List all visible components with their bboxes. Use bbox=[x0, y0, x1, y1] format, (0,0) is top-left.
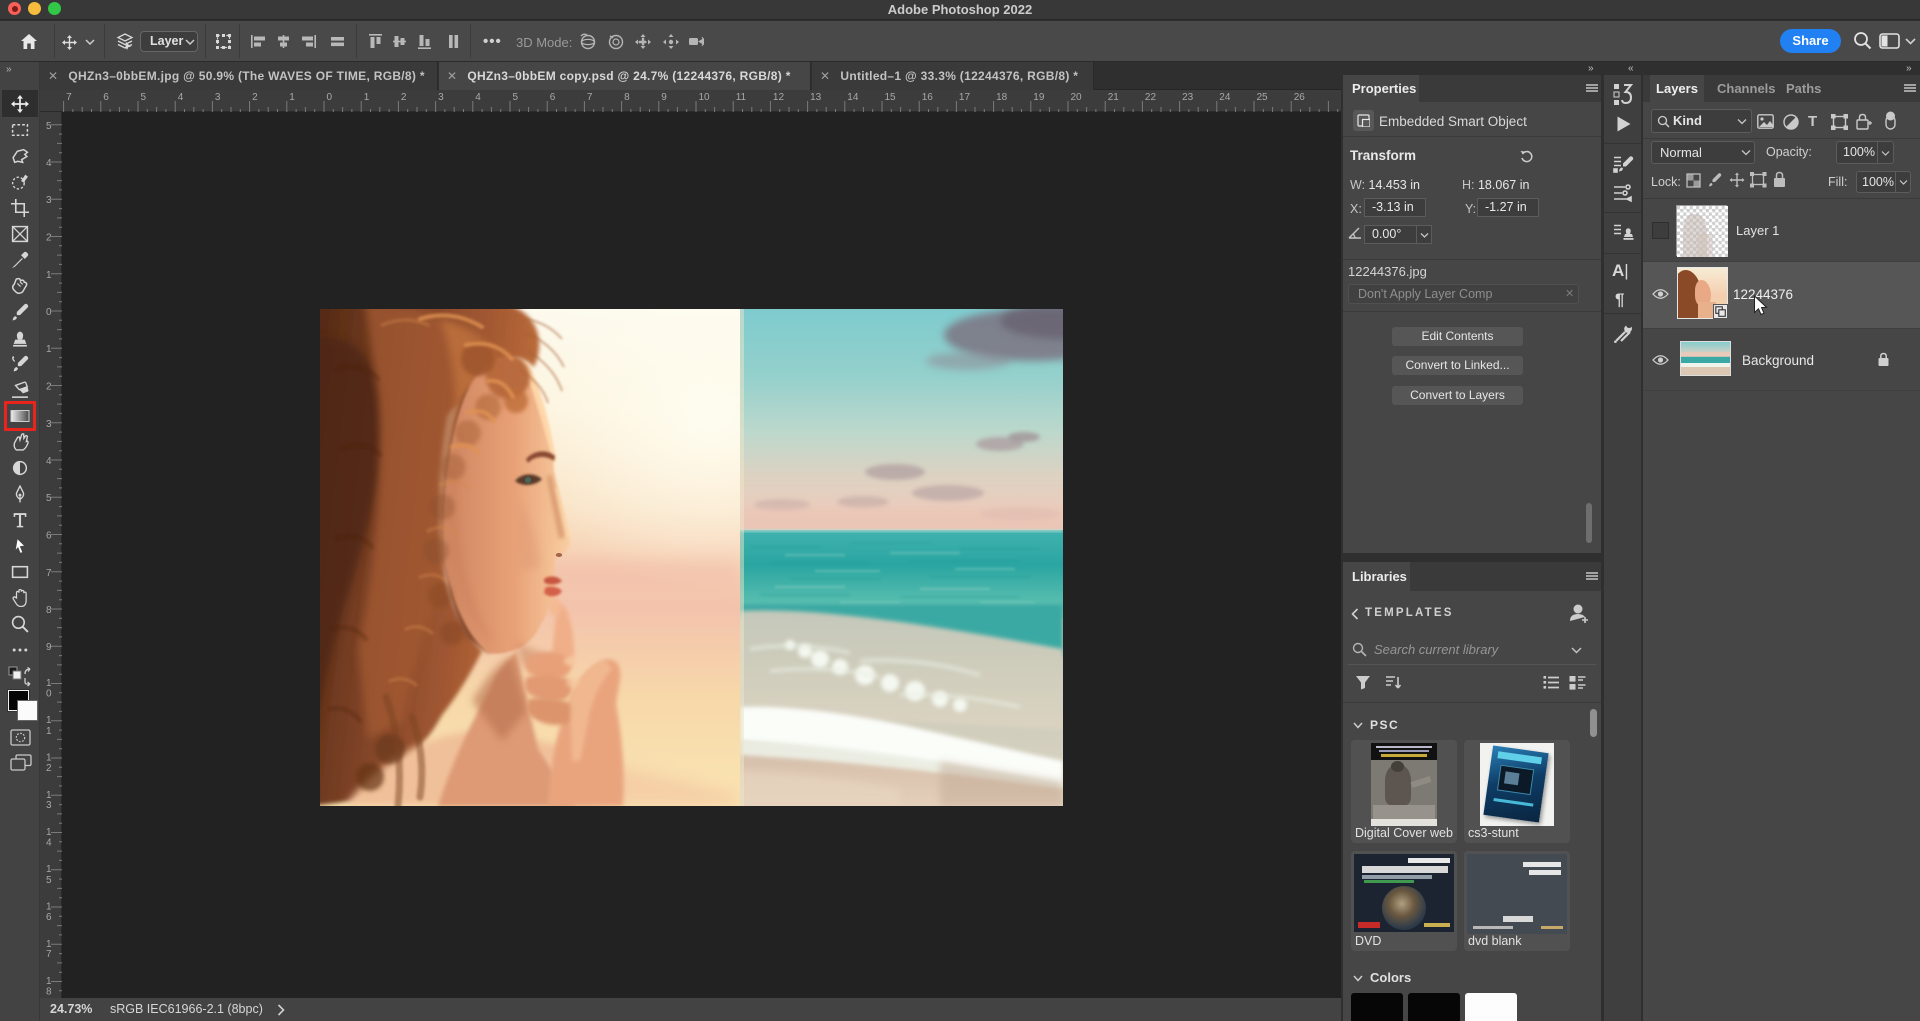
svg-text:6: 6 bbox=[550, 92, 556, 103]
svg-text:18: 18 bbox=[996, 92, 1008, 103]
svg-text:1: 1 bbox=[46, 939, 52, 950]
svg-text:6: 6 bbox=[103, 92, 109, 103]
svg-text:4: 4 bbox=[46, 838, 52, 849]
svg-text:8: 8 bbox=[624, 92, 630, 103]
svg-text:1: 1 bbox=[46, 827, 52, 838]
svg-text:11: 11 bbox=[736, 92, 747, 103]
svg-text:4: 4 bbox=[475, 92, 481, 103]
svg-text:2: 2 bbox=[46, 763, 52, 774]
svg-text:21: 21 bbox=[1108, 92, 1120, 103]
svg-text:7: 7 bbox=[66, 92, 72, 103]
svg-text:8: 8 bbox=[46, 605, 52, 616]
svg-text:3: 3 bbox=[46, 800, 52, 811]
svg-text:26: 26 bbox=[1294, 92, 1306, 103]
svg-text:16: 16 bbox=[922, 92, 934, 103]
svg-text:0: 0 bbox=[46, 689, 52, 700]
svg-text:4: 4 bbox=[178, 92, 184, 103]
svg-text:20: 20 bbox=[1071, 92, 1083, 103]
svg-text:5: 5 bbox=[46, 493, 52, 504]
svg-text:1: 1 bbox=[46, 753, 52, 764]
svg-text:5: 5 bbox=[141, 92, 147, 103]
svg-text:0: 0 bbox=[327, 92, 333, 103]
svg-text:25: 25 bbox=[1257, 92, 1269, 103]
svg-text:4: 4 bbox=[46, 158, 52, 169]
svg-text:1: 1 bbox=[46, 790, 52, 801]
svg-text:1: 1 bbox=[46, 678, 52, 689]
svg-text:5: 5 bbox=[46, 875, 52, 886]
svg-text:3: 3 bbox=[46, 195, 52, 206]
svg-text:2: 2 bbox=[46, 382, 52, 393]
svg-text:6: 6 bbox=[46, 912, 52, 923]
svg-text:4: 4 bbox=[46, 456, 52, 467]
svg-text:13: 13 bbox=[810, 92, 822, 103]
svg-text:1: 1 bbox=[46, 270, 52, 281]
svg-text:1: 1 bbox=[46, 902, 52, 913]
svg-text:0: 0 bbox=[46, 307, 52, 318]
svg-text:1: 1 bbox=[46, 726, 52, 737]
svg-text:10: 10 bbox=[699, 92, 711, 103]
svg-text:5: 5 bbox=[46, 121, 52, 132]
svg-text:1: 1 bbox=[46, 344, 52, 355]
svg-text:24: 24 bbox=[1219, 92, 1231, 103]
svg-text:1: 1 bbox=[46, 976, 52, 987]
svg-text:1: 1 bbox=[364, 92, 370, 103]
svg-text:9: 9 bbox=[46, 642, 52, 653]
svg-text:7: 7 bbox=[587, 92, 593, 103]
svg-text:8: 8 bbox=[46, 987, 52, 998]
svg-text:7: 7 bbox=[46, 949, 52, 960]
svg-text:22: 22 bbox=[1145, 92, 1157, 103]
svg-text:19: 19 bbox=[1033, 92, 1045, 103]
svg-text:15: 15 bbox=[885, 92, 897, 103]
svg-text:5: 5 bbox=[513, 92, 519, 103]
svg-text:3: 3 bbox=[438, 92, 444, 103]
svg-text:17: 17 bbox=[959, 92, 971, 103]
svg-text:9: 9 bbox=[661, 92, 667, 103]
svg-text:1: 1 bbox=[289, 92, 295, 103]
svg-text:6: 6 bbox=[46, 531, 52, 542]
svg-text:2: 2 bbox=[401, 92, 407, 103]
svg-text:2: 2 bbox=[46, 233, 52, 244]
svg-text:3: 3 bbox=[46, 419, 52, 430]
svg-text:1: 1 bbox=[46, 715, 52, 726]
svg-text:3: 3 bbox=[215, 92, 221, 103]
svg-text:7: 7 bbox=[46, 568, 52, 579]
svg-text:1: 1 bbox=[46, 864, 52, 875]
svg-text:12: 12 bbox=[773, 92, 785, 103]
svg-text:2: 2 bbox=[252, 92, 258, 103]
svg-text:23: 23 bbox=[1182, 92, 1194, 103]
svg-text:14: 14 bbox=[847, 92, 859, 103]
